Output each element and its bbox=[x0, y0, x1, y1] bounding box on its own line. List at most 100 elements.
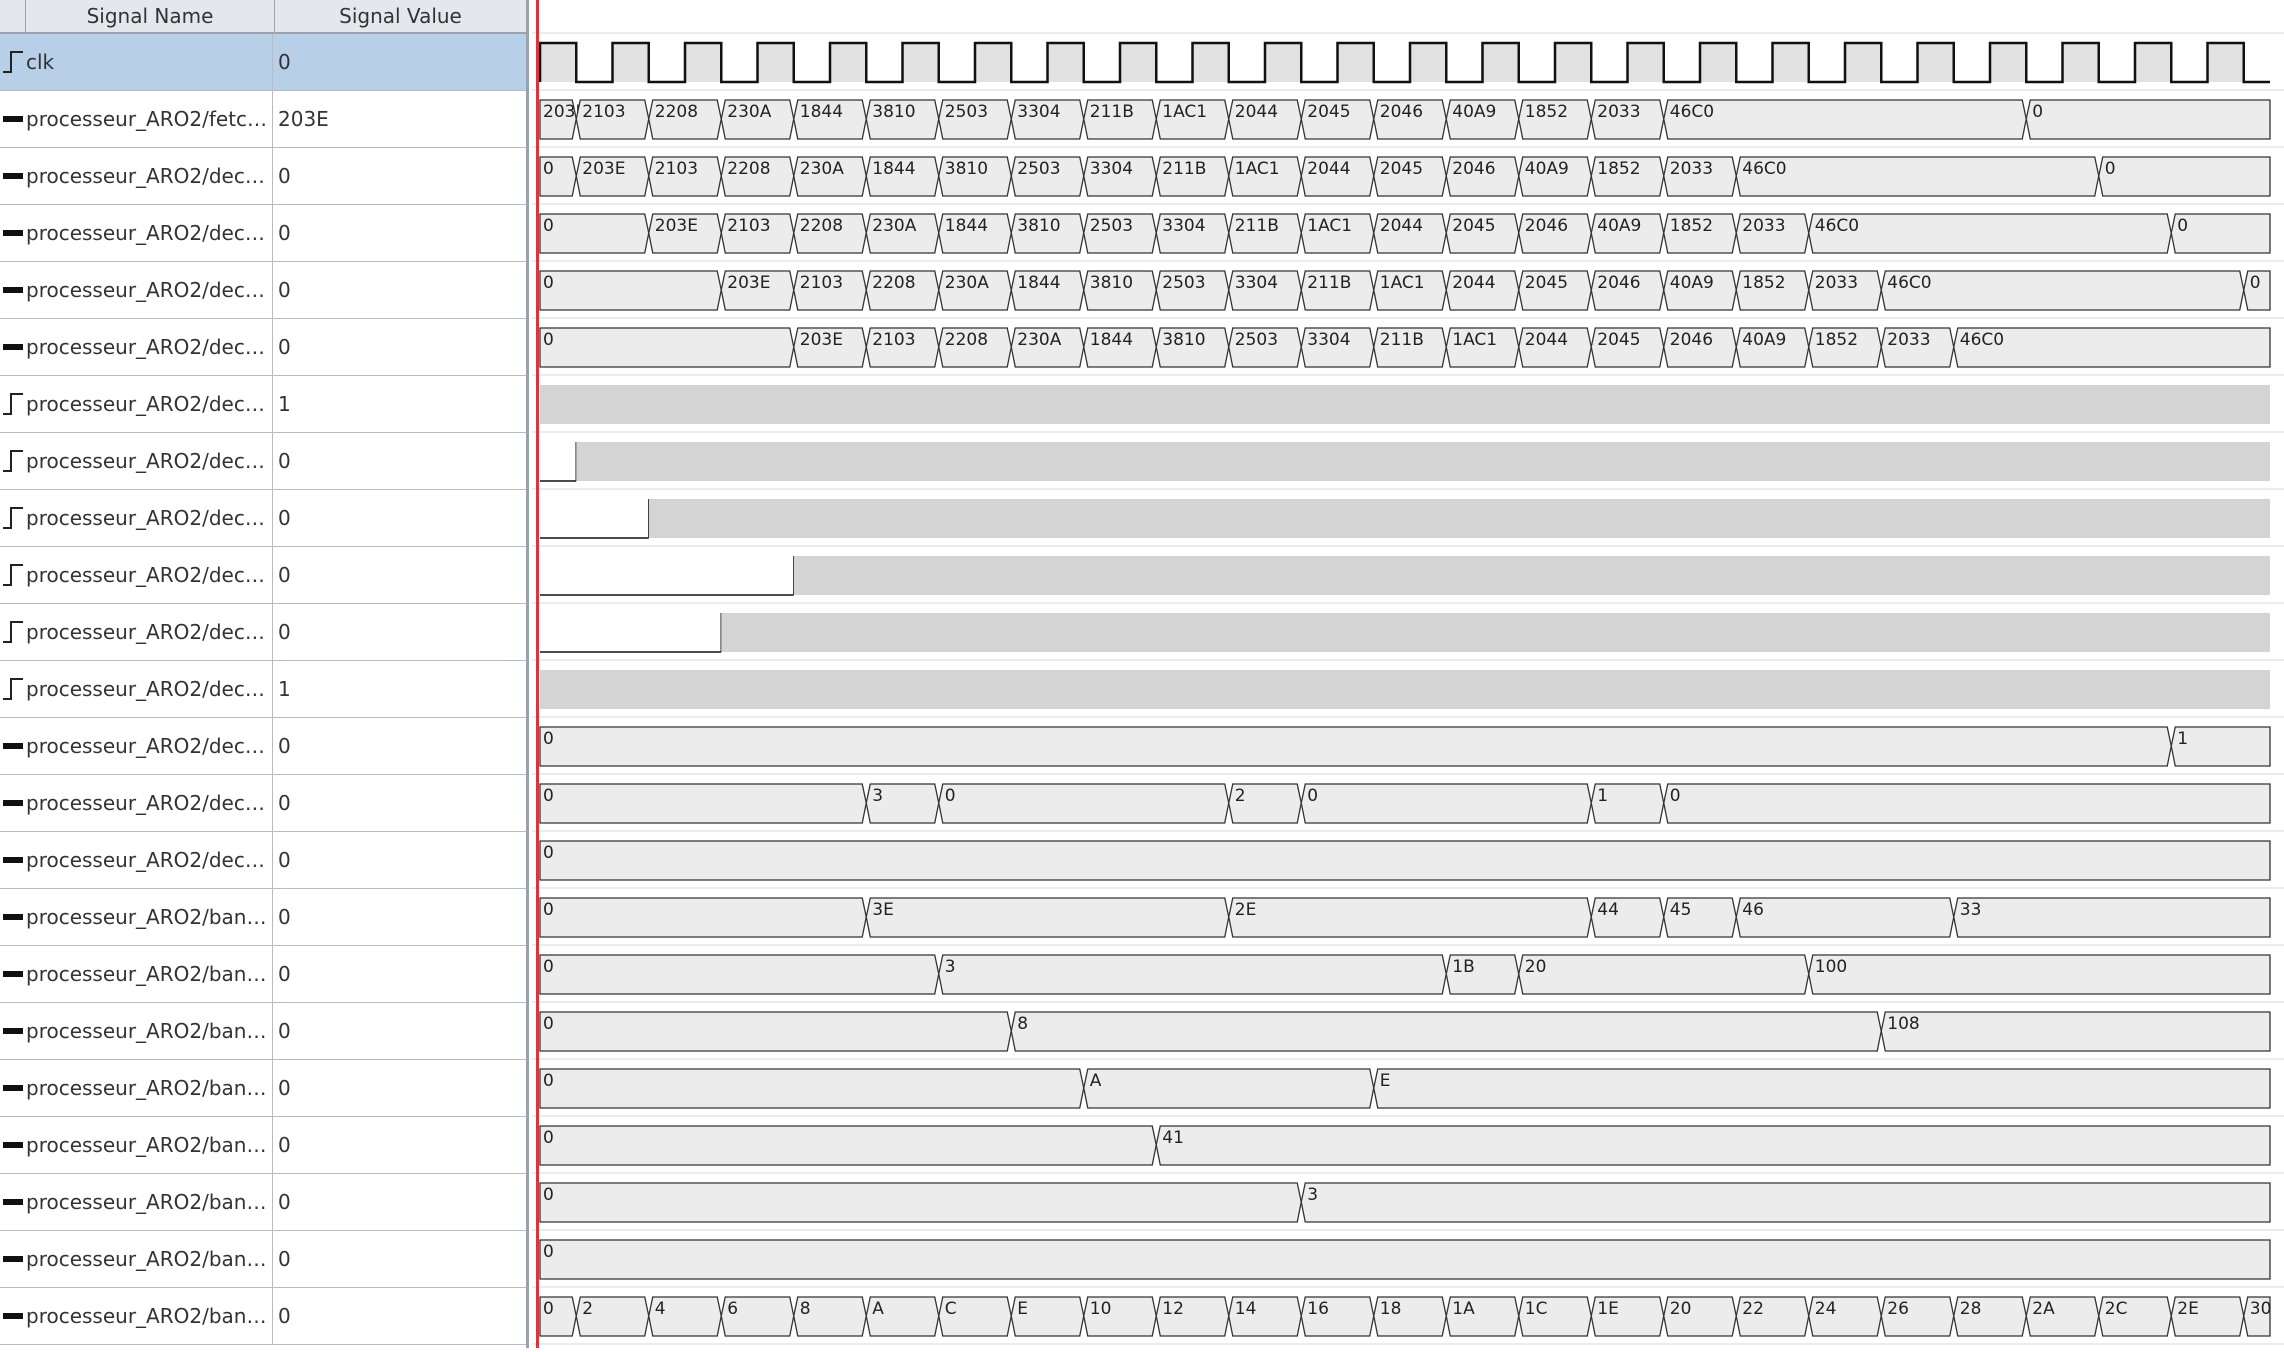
signal-name: processeur_ARO2/bank... bbox=[26, 1117, 273, 1173]
bit-high-fill bbox=[648, 499, 2270, 538]
bus-value-label: 2 bbox=[1235, 786, 1246, 806]
clock-high-fill bbox=[1337, 43, 1374, 82]
signal-value-header[interactable]: Signal Value bbox=[275, 0, 526, 32]
time-cursor[interactable] bbox=[536, 0, 539, 1348]
bus-value-label: 2103 bbox=[582, 102, 625, 122]
waveform-panel[interactable]: 203E 2103 2208 230A 1844 3810 2503 3304 211B 1AC1… bbox=[532, 0, 2284, 1348]
bus-value-label: 1E bbox=[1597, 1299, 1619, 1319]
bus-value-label: 2044 bbox=[1235, 102, 1278, 122]
signal-row[interactable]: processeur_ARO2/deco... 0 bbox=[0, 604, 526, 661]
bus-value-label: 1AC1 bbox=[1452, 330, 1497, 350]
signal-row[interactable]: processeur_ARO2/deco... 0 bbox=[0, 319, 526, 376]
bus-value-label: 1AC1 bbox=[1235, 159, 1280, 179]
bus-value-label: 3810 bbox=[872, 102, 915, 122]
signal-value: 0 bbox=[278, 221, 291, 245]
bus-value-label: 2503 bbox=[1090, 216, 1133, 236]
signal-name: processeur_ARO2/deco... bbox=[26, 262, 273, 318]
signal-row[interactable]: processeur_ARO2/deco... 1 bbox=[0, 376, 526, 433]
bus-value-label: 44 bbox=[1597, 900, 1619, 920]
signal-value: 0 bbox=[278, 506, 291, 530]
signal-row[interactable]: processeur_ARO2/bank... 0 bbox=[0, 1003, 526, 1060]
signal-row[interactable]: processeur_ARO2/deco... 0 bbox=[0, 490, 526, 547]
bus-value-label: 0 bbox=[1307, 786, 1318, 806]
signal-row[interactable]: clk 0 bbox=[0, 34, 526, 91]
bus-value-label: 0 bbox=[2250, 273, 2261, 293]
signal-row[interactable]: processeur_ARO2/fetch... 203E bbox=[0, 91, 526, 148]
bus-value-label: 3304 bbox=[1162, 216, 1205, 236]
signal-row[interactable]: processeur_ARO2/bank... 0 bbox=[0, 1060, 526, 1117]
bus-segment bbox=[1663, 99, 2027, 140]
clock-high-fill bbox=[1192, 43, 1229, 82]
bus-segment bbox=[539, 213, 650, 254]
bus-segment bbox=[539, 840, 2271, 881]
bit-signal-icon bbox=[2, 504, 24, 532]
bus-signal-icon bbox=[2, 1017, 24, 1045]
signal-name: processeur_ARO2/deco... bbox=[26, 433, 273, 489]
signal-row[interactable]: processeur_ARO2/deco... 0 bbox=[0, 262, 526, 319]
clock-high-fill bbox=[1120, 43, 1157, 82]
signal-name: processeur_ARO2/deco... bbox=[26, 661, 273, 717]
clock-high-fill bbox=[830, 43, 867, 82]
bit-signal-icon bbox=[2, 618, 24, 646]
signal-row[interactable]: processeur_ARO2/bank... 0 bbox=[0, 1288, 526, 1345]
bus-value-label: 2044 bbox=[1452, 273, 1495, 293]
bus-signal-icon bbox=[2, 219, 24, 247]
signal-row[interactable]: processeur_ARO2/deco... 0 bbox=[0, 433, 526, 490]
bit-high-fill bbox=[793, 556, 2270, 595]
signal-row[interactable]: processeur_ARO2/deco... 0 bbox=[0, 718, 526, 775]
bus-segment bbox=[1735, 897, 1955, 938]
signal-name: clk bbox=[26, 34, 273, 90]
bus-segment bbox=[938, 783, 1230, 824]
bus-value-label: 2046 bbox=[1452, 159, 1495, 179]
waveform-canvas[interactable]: 203E2103 2208 230A 1844 3810 2503 3304 211B 1AC1… bbox=[532, 0, 2284, 1348]
signal-row[interactable]: processeur_ARO2/bank... 0 bbox=[0, 946, 526, 1003]
signal-row[interactable]: processeur_ARO2/deco... 1 bbox=[0, 661, 526, 718]
clock-high-fill bbox=[2062, 43, 2099, 82]
bus-value-label: 28 bbox=[1960, 1299, 1982, 1319]
header-icon-column bbox=[0, 0, 26, 32]
signal-name: processeur_ARO2/bank... bbox=[26, 946, 273, 1002]
bus-segment bbox=[1953, 897, 2271, 938]
bus-value-label: 3 bbox=[945, 957, 956, 977]
bus-value-label: 2503 bbox=[1235, 330, 1278, 350]
bit-signal-icon bbox=[2, 447, 24, 475]
signal-row[interactable]: processeur_ARO2/deco... 0 bbox=[0, 148, 526, 205]
signal-row[interactable]: processeur_ARO2/bank... 0 bbox=[0, 1174, 526, 1231]
signal-name-header[interactable]: Signal Name bbox=[26, 0, 275, 32]
bus-value-label: 2103 bbox=[727, 216, 770, 236]
bus-value-label: 46 bbox=[1742, 900, 1764, 920]
bus-value-label: 41 bbox=[1162, 1128, 1184, 1148]
bus-segment bbox=[865, 897, 1230, 938]
bus-value-label: 2033 bbox=[1815, 273, 1858, 293]
signal-row[interactable]: processeur_ARO2/deco... 0 bbox=[0, 547, 526, 604]
bus-value-label: 2103 bbox=[872, 330, 915, 350]
signal-name: processeur_ARO2/deco... bbox=[26, 205, 273, 261]
signal-row[interactable]: processeur_ARO2/deco... 0 bbox=[0, 775, 526, 832]
bus-segment bbox=[539, 1239, 2271, 1280]
bus-value-label: 2033 bbox=[1670, 159, 1713, 179]
bus-value-label: 3810 bbox=[1090, 273, 1133, 293]
signal-row[interactable]: processeur_ARO2/deco... 0 bbox=[0, 832, 526, 889]
signal-row[interactable]: processeur_ARO2/bank... 0 bbox=[0, 889, 526, 946]
signal-value: 0 bbox=[278, 1190, 291, 1214]
bus-value-label: 230A bbox=[872, 216, 916, 236]
bus-value-label: 2046 bbox=[1380, 102, 1423, 122]
clock-high-fill bbox=[902, 43, 939, 82]
clock-high-fill bbox=[1917, 43, 1954, 82]
bus-signal-icon bbox=[2, 1245, 24, 1273]
clock-high-fill bbox=[685, 43, 722, 82]
bus-segment bbox=[1300, 1182, 2271, 1223]
bus-value-label: 2208 bbox=[872, 273, 915, 293]
bus-segment bbox=[2098, 156, 2271, 197]
bus-value-label: 0 bbox=[543, 1071, 554, 1091]
bus-value-label: E bbox=[1017, 1299, 1028, 1319]
bus-value-label: 0 bbox=[543, 1014, 554, 1034]
signal-row[interactable]: processeur_ARO2/bank... 0 bbox=[0, 1117, 526, 1174]
bus-value-label: 1852 bbox=[1742, 273, 1785, 293]
bus-value-label: 2208 bbox=[727, 159, 770, 179]
bus-value-label: 2208 bbox=[945, 330, 988, 350]
signal-row[interactable]: processeur_ARO2/deco... 0 bbox=[0, 205, 526, 262]
bus-value-label: 0 bbox=[543, 159, 554, 179]
bus-signal-icon bbox=[2, 1074, 24, 1102]
signal-row[interactable]: processeur_ARO2/bank... 0 bbox=[0, 1231, 526, 1288]
